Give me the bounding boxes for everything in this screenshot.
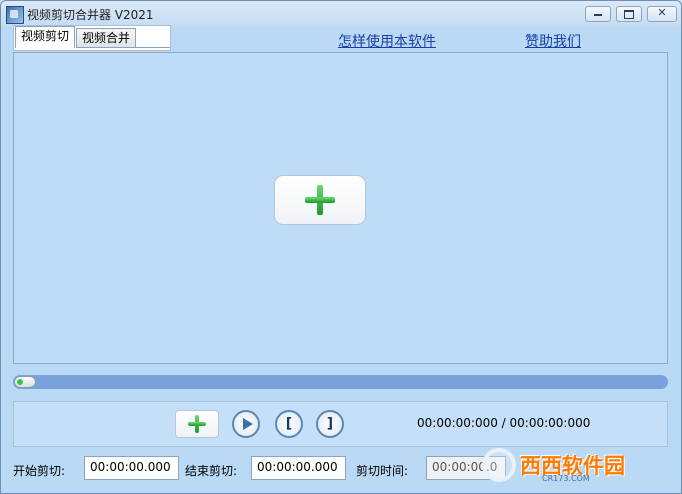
window-title: 视频剪切合并器 V2021	[27, 8, 154, 22]
tab-video-cut[interactable]: 视频剪切	[15, 26, 76, 48]
close-icon: ✕	[657, 6, 667, 19]
add-video-button[interactable]	[274, 175, 366, 225]
seek-handle[interactable]	[14, 376, 36, 388]
play-button[interactable]	[232, 410, 260, 438]
help-link[interactable]: 怎样使用本软件	[338, 31, 436, 51]
donate-link[interactable]: 赞助我们	[525, 31, 581, 51]
maximize-button[interactable]	[616, 6, 642, 22]
watermark-circle-icon	[482, 448, 516, 482]
start-cut-label: 开始剪切:	[13, 464, 66, 478]
title-bar[interactable]: 视频剪切合并器 V2021 ✕	[1, 1, 681, 27]
watermark-logo: 西西软件园 CR173.COM	[480, 446, 666, 486]
seek-bar[interactable]	[13, 375, 668, 389]
minimize-button[interactable]	[585, 6, 611, 22]
plus-icon	[188, 415, 206, 433]
start-cut-field[interactable]: 00:00:00.000	[84, 456, 179, 480]
app-icon	[6, 6, 24, 24]
end-cut-label: 结束剪切:	[185, 464, 238, 478]
watermark-subtext: CR173.COM	[542, 474, 590, 483]
mark-out-button[interactable]: ]	[316, 410, 344, 438]
close-button[interactable]: ✕	[647, 6, 677, 22]
maximize-icon	[617, 6, 641, 19]
end-cut-field[interactable]: 00:00:00.000	[251, 456, 346, 480]
mark-in-button[interactable]: [	[275, 410, 303, 438]
minimize-icon	[586, 6, 610, 16]
time-display: 00:00:00:000 / 00:00:00:000	[417, 416, 591, 430]
plus-icon	[303, 183, 337, 217]
add-file-button[interactable]	[175, 410, 219, 438]
tab-video-merge[interactable]: 视频合并	[76, 28, 137, 48]
cut-duration-label: 剪切时间:	[356, 464, 409, 478]
